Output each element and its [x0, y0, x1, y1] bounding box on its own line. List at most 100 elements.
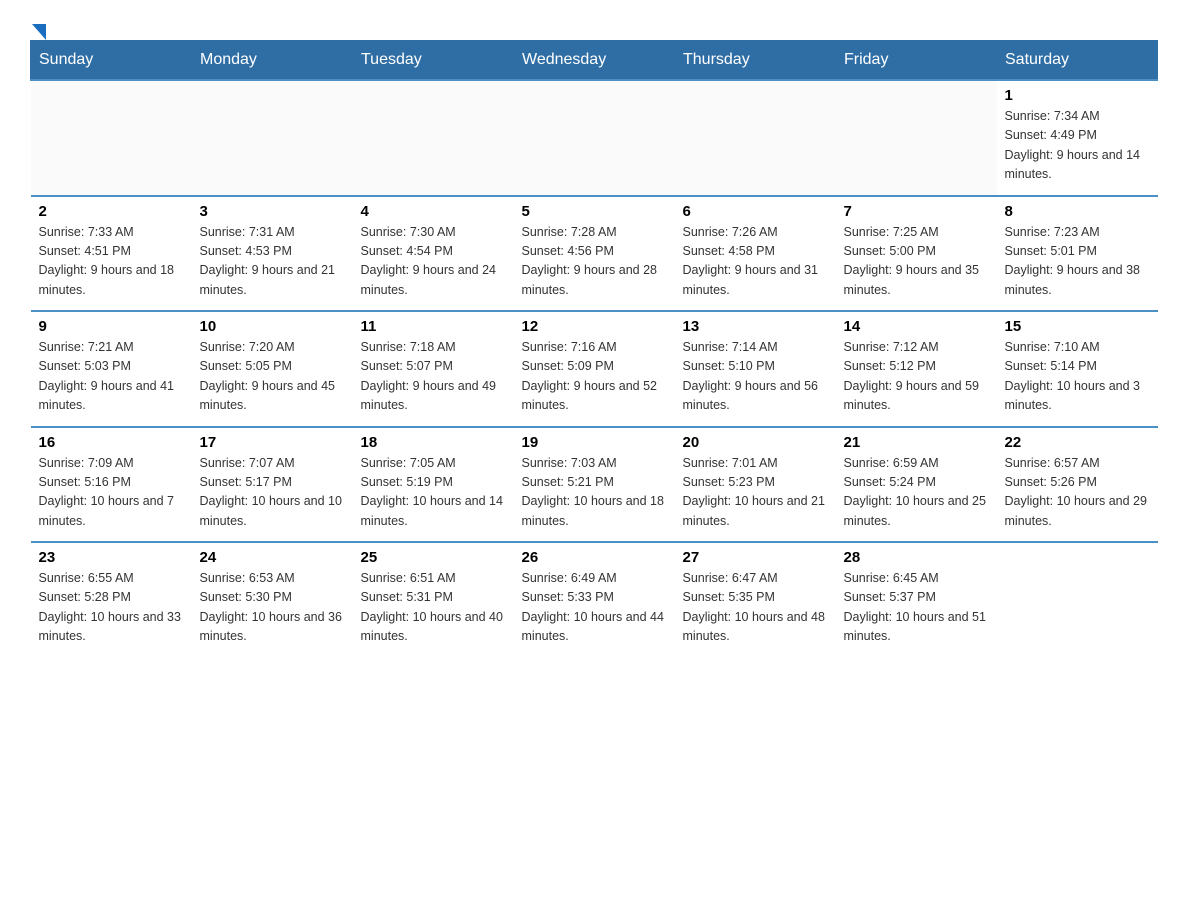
day-info: Sunrise: 7:20 AMSunset: 5:05 PMDaylight:…	[200, 338, 345, 416]
weekday-header-monday: Monday	[192, 41, 353, 81]
day-info: Sunrise: 7:26 AMSunset: 4:58 PMDaylight:…	[683, 223, 828, 301]
day-info: Sunrise: 6:47 AMSunset: 5:35 PMDaylight:…	[683, 569, 828, 647]
day-info: Sunrise: 7:34 AMSunset: 4:49 PMDaylight:…	[1005, 107, 1150, 185]
day-number: 5	[522, 203, 667, 220]
calendar-cell: 7 Sunrise: 7:25 AMSunset: 5:00 PMDaylight…	[836, 196, 997, 312]
day-number: 23	[39, 549, 184, 566]
day-number: 11	[361, 318, 506, 335]
day-number: 20	[683, 434, 828, 451]
day-info: Sunrise: 7:25 AMSunset: 5:00 PMDaylight:…	[844, 223, 989, 301]
calendar-cell: 18Sunrise: 7:05 AMSunset: 5:19 PMDayligh…	[353, 427, 514, 543]
calendar-cell: 15 Sunrise: 7:10 AMSunset: 5:14 PMDayligh…	[997, 311, 1158, 427]
day-info: Sunrise: 7:01 AMSunset: 5:23 PMDaylight:…	[683, 454, 828, 532]
day-number: 28	[844, 549, 989, 566]
day-info: Sunrise: 7:16 AMSunset: 5:09 PMDaylight:…	[522, 338, 667, 416]
day-number: 15	[1005, 318, 1150, 335]
calendar-cell: 25 Sunrise: 6:51 AMSunset: 5:31 PMDayligh…	[353, 542, 514, 657]
day-number: 19	[522, 434, 667, 451]
day-number: 16	[39, 434, 184, 451]
calendar-cell	[192, 80, 353, 196]
day-number: 7	[844, 203, 989, 220]
day-info: Sunrise: 6:59 AMSunset: 5:24 PMDaylight:…	[844, 454, 989, 532]
day-number: 18	[361, 434, 506, 451]
day-number: 24	[200, 549, 345, 566]
calendar-cell: 5 Sunrise: 7:28 AMSunset: 4:56 PMDaylight…	[514, 196, 675, 312]
calendar-header: SundayMondayTuesdayWednesdayThursdayFrid…	[31, 41, 1158, 81]
calendar-table: SundayMondayTuesdayWednesdayThursdayFrid…	[30, 40, 1158, 657]
calendar-cell: 4 Sunrise: 7:30 AMSunset: 4:54 PMDaylight…	[353, 196, 514, 312]
day-number: 13	[683, 318, 828, 335]
weekday-header-wednesday: Wednesday	[514, 41, 675, 81]
calendar-cell: 12 Sunrise: 7:16 AMSunset: 5:09 PMDayligh…	[514, 311, 675, 427]
day-info: Sunrise: 6:49 AMSunset: 5:33 PMDaylight:…	[522, 569, 667, 647]
day-number: 8	[1005, 203, 1150, 220]
weekday-header-friday: Friday	[836, 41, 997, 81]
calendar-cell: 27 Sunrise: 6:47 AMSunset: 5:35 PMDayligh…	[675, 542, 836, 657]
day-info: Sunrise: 7:21 AMSunset: 5:03 PMDaylight:…	[39, 338, 184, 416]
calendar-cell: 17 Sunrise: 7:07 AMSunset: 5:17 PMDayligh…	[192, 427, 353, 543]
calendar-cell: 6Sunrise: 7:26 AMSunset: 4:58 PMDaylight…	[675, 196, 836, 312]
calendar-cell	[514, 80, 675, 196]
day-number: 3	[200, 203, 345, 220]
calendar-cell: 8 Sunrise: 7:23 AMSunset: 5:01 PMDaylight…	[997, 196, 1158, 312]
day-info: Sunrise: 6:55 AMSunset: 5:28 PMDaylight:…	[39, 569, 184, 647]
day-info: Sunrise: 6:45 AMSunset: 5:37 PMDaylight:…	[844, 569, 989, 647]
logo	[30, 20, 46, 30]
day-number: 22	[1005, 434, 1150, 451]
day-info: Sunrise: 7:18 AMSunset: 5:07 PMDaylight:…	[361, 338, 506, 416]
day-info: Sunrise: 6:57 AMSunset: 5:26 PMDaylight:…	[1005, 454, 1150, 532]
calendar-cell: 21 Sunrise: 6:59 AMSunset: 5:24 PMDayligh…	[836, 427, 997, 543]
logo-triangle-icon	[32, 24, 46, 40]
calendar-cell: 19 Sunrise: 7:03 AMSunset: 5:21 PMDayligh…	[514, 427, 675, 543]
day-number: 17	[200, 434, 345, 451]
calendar-cell	[836, 80, 997, 196]
day-info: Sunrise: 7:10 AMSunset: 5:14 PMDaylight:…	[1005, 338, 1150, 416]
calendar-cell: 13 Sunrise: 7:14 AMSunset: 5:10 PMDayligh…	[675, 311, 836, 427]
weekday-header-thursday: Thursday	[675, 41, 836, 81]
day-number: 14	[844, 318, 989, 335]
calendar-cell: 14 Sunrise: 7:12 AMSunset: 5:12 PMDayligh…	[836, 311, 997, 427]
calendar-cell	[31, 80, 192, 196]
calendar-cell: 10 Sunrise: 7:20 AMSunset: 5:05 PMDayligh…	[192, 311, 353, 427]
day-info: Sunrise: 7:09 AMSunset: 5:16 PMDaylight:…	[39, 454, 184, 532]
day-number: 27	[683, 549, 828, 566]
weekday-header-saturday: Saturday	[997, 41, 1158, 81]
calendar-cell: 9 Sunrise: 7:21 AMSunset: 5:03 PMDaylight…	[31, 311, 192, 427]
calendar-cell	[997, 542, 1158, 657]
day-number: 12	[522, 318, 667, 335]
calendar-cell: 22 Sunrise: 6:57 AMSunset: 5:26 PMDayligh…	[997, 427, 1158, 543]
day-info: Sunrise: 7:07 AMSunset: 5:17 PMDaylight:…	[200, 454, 345, 532]
calendar-cell: 20 Sunrise: 7:01 AMSunset: 5:23 PMDayligh…	[675, 427, 836, 543]
weekday-header-sunday: Sunday	[31, 41, 192, 81]
calendar-cell: 3 Sunrise: 7:31 AMSunset: 4:53 PMDaylight…	[192, 196, 353, 312]
calendar-cell: 2 Sunrise: 7:33 AMSunset: 4:51 PMDaylight…	[31, 196, 192, 312]
calendar-cell: 1Sunrise: 7:34 AMSunset: 4:49 PMDaylight…	[997, 80, 1158, 196]
calendar-cell	[353, 80, 514, 196]
day-number: 26	[522, 549, 667, 566]
day-info: Sunrise: 7:14 AMSunset: 5:10 PMDaylight:…	[683, 338, 828, 416]
day-info: Sunrise: 6:53 AMSunset: 5:30 PMDaylight:…	[200, 569, 345, 647]
calendar-cell: 28 Sunrise: 6:45 AMSunset: 5:37 PMDayligh…	[836, 542, 997, 657]
calendar-cell: 23 Sunrise: 6:55 AMSunset: 5:28 PMDayligh…	[31, 542, 192, 657]
day-info: Sunrise: 7:30 AMSunset: 4:54 PMDaylight:…	[361, 223, 506, 301]
day-number: 25	[361, 549, 506, 566]
day-info: Sunrise: 6:51 AMSunset: 5:31 PMDaylight:…	[361, 569, 506, 647]
day-info: Sunrise: 7:31 AMSunset: 4:53 PMDaylight:…	[200, 223, 345, 301]
weekday-header-tuesday: Tuesday	[353, 41, 514, 81]
day-number: 9	[39, 318, 184, 335]
day-number: 4	[361, 203, 506, 220]
calendar-cell: 11 Sunrise: 7:18 AMSunset: 5:07 PMDayligh…	[353, 311, 514, 427]
day-info: Sunrise: 7:28 AMSunset: 4:56 PMDaylight:…	[522, 223, 667, 301]
page-header	[30, 20, 1158, 30]
day-number: 10	[200, 318, 345, 335]
calendar-cell	[675, 80, 836, 196]
day-number: 21	[844, 434, 989, 451]
day-info: Sunrise: 7:03 AMSunset: 5:21 PMDaylight:…	[522, 454, 667, 532]
calendar-cell: 24 Sunrise: 6:53 AMSunset: 5:30 PMDayligh…	[192, 542, 353, 657]
day-number: 2	[39, 203, 184, 220]
calendar-cell: 26 Sunrise: 6:49 AMSunset: 5:33 PMDayligh…	[514, 542, 675, 657]
day-info: Sunrise: 7:33 AMSunset: 4:51 PMDaylight:…	[39, 223, 184, 301]
calendar-cell: 16 Sunrise: 7:09 AMSunset: 5:16 PMDayligh…	[31, 427, 192, 543]
day-info: Sunrise: 7:23 AMSunset: 5:01 PMDaylight:…	[1005, 223, 1150, 301]
day-info: Sunrise: 7:12 AMSunset: 5:12 PMDaylight:…	[844, 338, 989, 416]
